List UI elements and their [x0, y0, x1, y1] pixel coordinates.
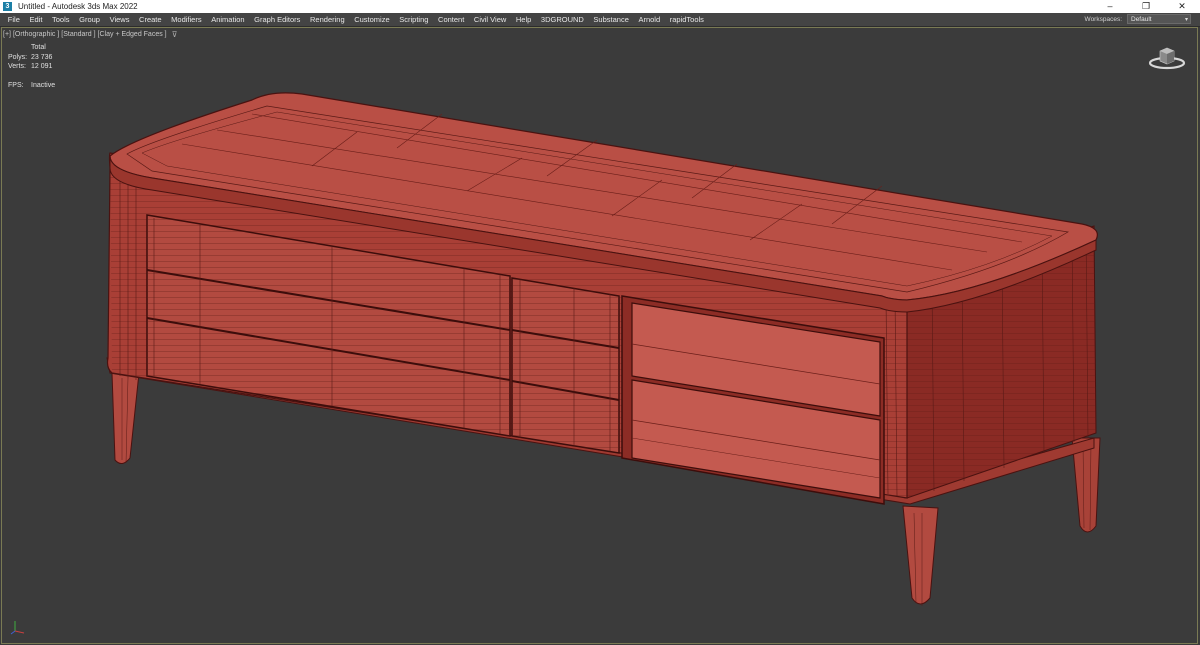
menu-scripting[interactable]: Scripting	[394, 13, 433, 26]
viewport-label[interactable]: [+] [Orthographic ] [Standard ] [Clay + …	[3, 30, 179, 39]
menu-help[interactable]: Help	[511, 13, 536, 26]
minimize-button[interactable]: –	[1092, 0, 1128, 13]
3ds-max-icon: 3	[3, 2, 12, 11]
window-controls: – ❐ ✕	[1092, 0, 1200, 13]
close-button[interactable]: ✕	[1164, 0, 1200, 13]
workspaces-dropdown[interactable]: Default ▾	[1127, 14, 1191, 24]
filter-icon[interactable]: ⊽	[172, 30, 178, 39]
menu-arnold[interactable]: Arnold	[634, 13, 665, 26]
viewport-statistics: Total Polys: 23 736 Verts: 12 091 FPS: Inac…	[8, 43, 55, 90]
verts-label: Verts:	[8, 63, 26, 70]
menu-substance[interactable]: Substance	[589, 13, 634, 26]
axis-tripod-icon	[10, 621, 25, 635]
workspaces-value: Default	[1131, 16, 1152, 23]
menu-edit[interactable]: Edit	[25, 13, 48, 26]
menu-content[interactable]: Content	[433, 13, 469, 26]
menu-rapidtools[interactable]: rapidTools	[665, 13, 709, 26]
menu-civil-view[interactable]: Civil View	[469, 13, 511, 26]
viewcube-icon[interactable]	[1147, 42, 1187, 72]
menu-items: File Edit Tools Group Views Create Modifiers An…	[0, 13, 709, 26]
menu-graph-editors[interactable]: Graph Editors	[249, 13, 305, 26]
verts-value: 12 091	[31, 63, 53, 70]
menu-tools[interactable]: Tools	[47, 13, 74, 26]
menu-file[interactable]: File	[3, 13, 25, 26]
menu-create[interactable]: Create	[134, 13, 166, 26]
viewport-mode-menu[interactable]: [Clay + Edged Faces ]	[98, 31, 167, 38]
title-bar: 3 Untitled - Autodesk 3ds Max 2022 – ❐ ✕	[0, 0, 1200, 13]
viewport-shading-menu[interactable]: [Standard ]	[61, 31, 95, 38]
stats-header: Total	[31, 44, 46, 51]
menu-customize[interactable]: Customize	[349, 13, 394, 26]
menu-bar: File Edit Tools Group Views Create Modifiers An…	[0, 13, 1200, 27]
viewport-view-menu[interactable]: [Orthographic ]	[13, 31, 59, 38]
chevron-down-icon: ▾	[1184, 17, 1188, 23]
workspaces-label: Workspaces:	[1084, 15, 1122, 23]
workspace-selector: Workspaces: Default ▾	[1085, 14, 1191, 24]
menu-group[interactable]: Group	[74, 13, 104, 26]
cabinet-model	[106, 92, 1101, 606]
fps-value: Inactive	[31, 81, 56, 89]
window-title: Untitled - Autodesk 3ds Max 2022	[18, 2, 138, 11]
menu-rendering[interactable]: Rendering	[305, 13, 349, 26]
perspective-viewport[interactable]: [+] [Orthographic ] [Standard ] [Clay + …	[1, 27, 1198, 644]
fps-label: FPS:	[8, 81, 24, 89]
restore-button[interactable]: ❐	[1128, 0, 1164, 13]
viewport-plus-menu[interactable]: [+]	[3, 31, 11, 38]
menu-views[interactable]: Views	[105, 13, 134, 26]
polys-value: 23 736	[31, 53, 53, 61]
menu-3dground[interactable]: 3DGROUND	[536, 13, 589, 26]
menu-animation[interactable]: Animation	[206, 13, 249, 26]
polys-label: Polys:	[8, 53, 28, 61]
menu-modifiers[interactable]: Modifiers	[166, 13, 206, 26]
app-window: 3 Untitled - Autodesk 3ds Max 2022 – ❐ ✕…	[0, 0, 1200, 645]
